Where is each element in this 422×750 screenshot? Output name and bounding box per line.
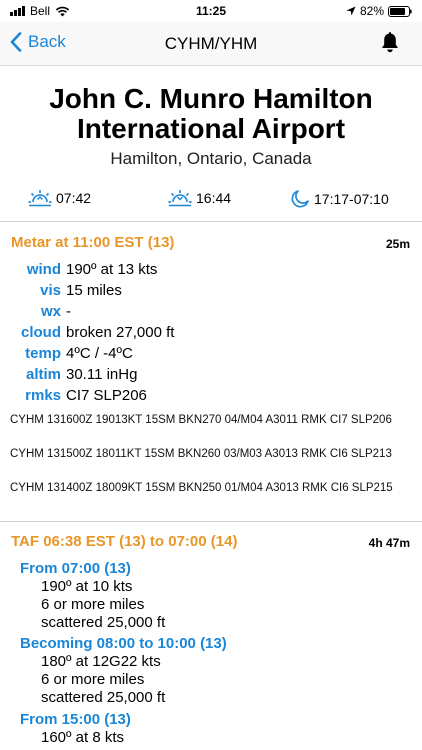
metar-key: vis (40, 282, 61, 299)
airport-name-line1: John C. Munro Hamilton (49, 83, 373, 114)
taf-line: scattered 25,000 ft (41, 614, 166, 631)
metar-value: 15 miles (66, 282, 122, 299)
taf-age: 4h 47m (368, 536, 410, 550)
taf-line: 190º at 10 kts (41, 578, 133, 595)
taf-title: TAF 06:38 EST (13) to 07:00 (14) (11, 533, 238, 550)
metar-value: 190º at 13 kts (66, 261, 158, 278)
metar-raw-2: CYHM 131500Z 18011KT 15SM BKN260 03/M03 … (10, 448, 392, 460)
metar-key: temp (25, 345, 61, 362)
battery-icon (388, 5, 412, 17)
taf-line: 6 or more miles (41, 596, 145, 613)
taf-line: 180º at 12G22 kts (41, 653, 161, 670)
status-right: 82% (346, 4, 412, 18)
metar-row-cloud: cloud broken 27,000 ft (0, 324, 422, 344)
metar-value: CI7 SLP206 (66, 387, 147, 404)
taf-group-heading: From 15:00 (13) (20, 711, 131, 728)
location-arrow-icon (346, 6, 356, 16)
metar-key: cloud (21, 324, 61, 341)
airport-location: Hamilton, Ontario, Canada (110, 149, 312, 168)
navigation-bar: Back CYHM/YHM (0, 22, 422, 66)
metar-key: wx (40, 303, 61, 320)
metar-age: 25m (385, 237, 410, 251)
status-bar: Bell 11:25 82% (0, 0, 422, 22)
metar-key: altim (25, 366, 61, 383)
metar-value: 4ºC / -4ºC (66, 345, 133, 362)
separator-line (0, 521, 422, 522)
sunset-icon (168, 190, 192, 207)
metar-value: broken 27,000 ft (66, 324, 175, 341)
taf-line: 6 or more miles (41, 671, 145, 688)
battery-percent: 82% (359, 4, 384, 18)
sunrise-time: 07:42 (56, 190, 92, 206)
separator-line (0, 221, 422, 222)
metar-row-rmks: rmks CI7 SLP206 (0, 387, 422, 407)
metar-row-altim: altim 30.11 inHg (0, 366, 422, 386)
notification-bell-button[interactable] (380, 32, 400, 59)
taf-group-heading: Becoming 08:00 to 10:00 (13) (20, 635, 227, 652)
metar-row-wind: wind 190º at 13 kts (0, 261, 422, 281)
metar-title: Metar at 11:00 EST (13) (11, 234, 175, 251)
airport-name: John C. Munro Hamilton International Air… (0, 84, 422, 144)
taf-line: scattered 25,000 ft (41, 689, 166, 706)
metar-raw-3: CYHM 131400Z 18009KT 15SM BKN250 01/M04 … (10, 482, 393, 494)
moon-times: 17:17-07:10 (314, 191, 389, 207)
sunrise-item: 07:42 (28, 189, 91, 207)
nav-title: CYHM/YHM (164, 34, 258, 53)
taf-group-heading: From 07:00 (13) (20, 560, 131, 577)
moon-item: 17:17-07:10 (290, 189, 389, 209)
metar-key: rmks (25, 387, 61, 404)
metar-row-wx: wx - (0, 303, 422, 323)
sun-moon-row: 07:42 16:44 17:17-07:10 (0, 189, 422, 215)
metar-row-temp: temp 4ºC / -4ºC (0, 345, 422, 365)
metar-key: wind (26, 261, 61, 278)
bell-icon (382, 32, 398, 53)
sunset-item: 16:44 (168, 189, 231, 207)
moon-icon (291, 190, 309, 208)
metar-row-vis: vis 15 miles (0, 282, 422, 302)
metar-value: - (66, 303, 71, 320)
taf-line: 160º at 8 kts (41, 729, 125, 746)
metar-raw-1: CYHM 131600Z 19013KT 15SM BKN270 04/M04 … (10, 414, 392, 426)
sunrise-icon (28, 190, 52, 207)
airport-name-line2: International Airport (76, 113, 346, 144)
metar-value: 30.11 inHg (66, 366, 138, 383)
sunset-time: 16:44 (196, 190, 232, 206)
